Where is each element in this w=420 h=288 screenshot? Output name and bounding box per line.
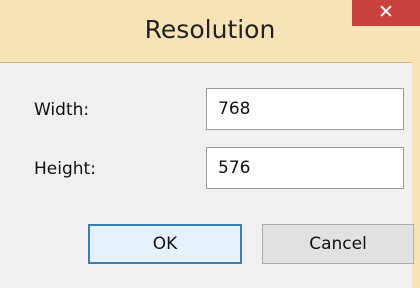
height-field[interactable]: 576 [206,147,404,189]
width-label: Width: [34,100,90,120]
width-field[interactable]: 768 [206,88,404,130]
height-label: Height: [34,159,96,179]
cancel-button[interactable]: Cancel [262,224,414,264]
close-button[interactable]: ✕ [352,0,420,26]
ok-button[interactable]: OK [88,224,242,264]
resolution-dialog: Resolution ✕ Width: 768 Height: 576 OK C… [0,0,420,288]
close-icon: ✕ [378,1,394,23]
title-bar[interactable]: Resolution ✕ [0,0,420,62]
